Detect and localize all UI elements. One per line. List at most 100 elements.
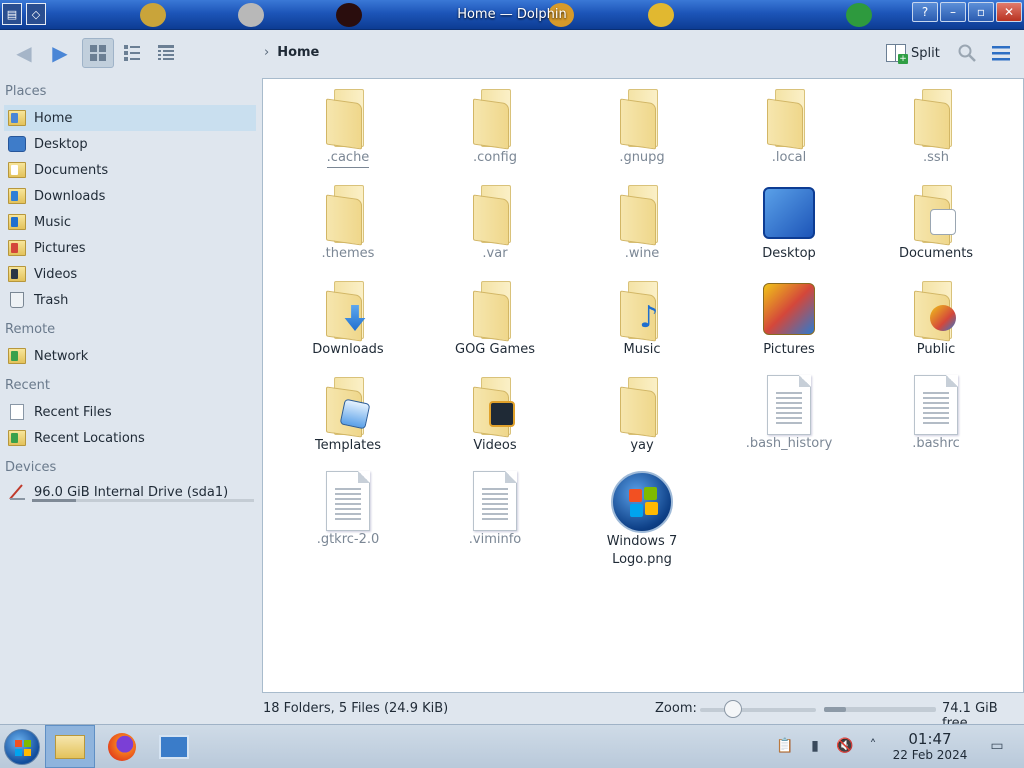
- clock[interactable]: 01:47 22 Feb 2024: [888, 730, 972, 763]
- file-item[interactable]: .ssh: [871, 87, 1001, 167]
- image-file-icon: [611, 471, 673, 533]
- folder-documents-icon: [912, 183, 960, 246]
- file-name: .wine: [624, 246, 660, 261]
- file-item[interactable]: Videos: [430, 375, 560, 455]
- compact-view-icon: [124, 45, 140, 61]
- sidebar-item-label: Home: [34, 110, 73, 126]
- file-name: .ssh: [923, 150, 949, 165]
- desktop-icon: [8, 136, 26, 152]
- folder-icon: [324, 183, 372, 246]
- sidebar-item-downloads[interactable]: Downloads: [4, 183, 256, 209]
- file-item[interactable]: .viminfo: [430, 471, 560, 549]
- file-view[interactable]: .cache .config .gnupg .local .ssh .themes .var…: [262, 78, 1024, 693]
- breadcrumb-item-home[interactable]: Home: [277, 45, 319, 60]
- file-item[interactable]: .bash_history: [724, 375, 854, 453]
- file-item[interactable]: Public: [871, 279, 1001, 359]
- sidebar-item-recent-locations[interactable]: Recent Locations: [4, 425, 256, 451]
- file-item[interactable]: Windows 7 Logo.png: [577, 471, 707, 569]
- home-folder-icon: [8, 110, 26, 126]
- sidebar-item-label: Videos: [34, 266, 78, 282]
- icons-view-button[interactable]: [82, 38, 114, 68]
- text-file-icon: [767, 375, 811, 435]
- file-item[interactable]: Downloads: [283, 279, 413, 359]
- taskbar-firefox[interactable]: [97, 725, 147, 768]
- file-item[interactable]: .cache: [283, 87, 413, 168]
- file-item[interactable]: Pictures: [724, 279, 854, 359]
- file-item[interactable]: Documents: [871, 183, 1001, 263]
- sidebar-item-pictures[interactable]: Pictures: [4, 235, 256, 261]
- back-button[interactable]: ◀: [6, 38, 42, 68]
- settings-monitor-icon: [159, 734, 189, 759]
- icons-view-icon: [90, 45, 106, 61]
- file-item[interactable]: Templates: [283, 375, 413, 455]
- clipboard-icon[interactable]: 📋: [776, 737, 794, 755]
- sidebar-item-videos[interactable]: Videos: [4, 261, 256, 287]
- hard-drive-icon: [9, 484, 25, 500]
- folder-icon: [471, 183, 519, 246]
- title-bar: ▤ ◇ Home — Dolphin ? – ▫ ✕: [0, 0, 1024, 30]
- folder-icon: [765, 87, 813, 150]
- file-name: .bashrc: [912, 436, 960, 451]
- help-button[interactable]: ?: [912, 2, 938, 22]
- file-item[interactable]: .themes: [283, 183, 413, 263]
- file-name: Videos: [473, 438, 517, 453]
- chevron-up-icon[interactable]: ˄: [864, 737, 882, 755]
- file-item[interactable]: .var: [430, 183, 560, 263]
- close-button[interactable]: ✕: [996, 2, 1022, 22]
- toolbar: ◀ ▶ › Home + Split: [0, 30, 1024, 78]
- forward-button[interactable]: ▶: [42, 38, 78, 68]
- folder-icon: [324, 87, 372, 150]
- file-item[interactable]: .config: [430, 87, 560, 167]
- sidebar-item-recent-files[interactable]: Recent Files: [4, 399, 256, 425]
- sidebar-item-network[interactable]: Network: [4, 343, 256, 369]
- split-button[interactable]: + Split: [886, 44, 940, 64]
- volume-muted-icon[interactable]: 🔇: [836, 737, 854, 755]
- details-view-button[interactable]: [150, 38, 182, 68]
- hamburger-menu-button[interactable]: [988, 38, 1014, 68]
- file-name: Downloads: [312, 342, 384, 357]
- maximize-button[interactable]: ▫: [968, 2, 994, 22]
- folder-icon: [912, 87, 960, 150]
- sidebar-item-label: Desktop: [34, 136, 88, 152]
- show-desktop-icon[interactable]: ▭: [988, 737, 1006, 755]
- zoom-slider-track[interactable]: [700, 708, 816, 712]
- taskbar-file-manager[interactable]: [45, 725, 95, 768]
- folder-icon: [618, 375, 666, 438]
- file-item[interactable]: Desktop: [724, 183, 854, 263]
- search-button[interactable]: [954, 38, 980, 68]
- file-item[interactable]: ♪ Music: [577, 279, 707, 359]
- file-name: Windows 7 Logo.png: [606, 534, 678, 567]
- recent-locations-icon: [8, 430, 26, 446]
- file-item[interactable]: .bashrc: [871, 375, 1001, 453]
- sidebar-item-documents[interactable]: Documents: [4, 157, 256, 183]
- trash-icon: [10, 292, 24, 308]
- file-item[interactable]: .gnupg: [577, 87, 707, 167]
- clock-time: 01:47: [908, 730, 952, 748]
- file-name: Documents: [898, 246, 974, 261]
- file-item[interactable]: .wine: [577, 183, 707, 263]
- folder-videos-icon: [471, 375, 519, 438]
- folder-icon: [618, 87, 666, 150]
- breadcrumb: › Home: [264, 45, 319, 60]
- minimize-button[interactable]: –: [940, 2, 966, 22]
- file-item[interactable]: yay: [577, 375, 707, 455]
- file-item[interactable]: GOG Games: [430, 279, 560, 359]
- start-menu-button[interactable]: [4, 729, 40, 765]
- sidebar-item-desktop[interactable]: Desktop: [4, 131, 256, 157]
- sidebar-item-music[interactable]: Music: [4, 209, 256, 235]
- sidebar-item-label: Downloads: [34, 188, 106, 204]
- battery-icon[interactable]: ▮: [806, 737, 824, 755]
- search-icon: [958, 44, 976, 62]
- file-item[interactable]: .local: [724, 87, 854, 167]
- taskbar-system-settings[interactable]: [149, 725, 199, 768]
- file-item[interactable]: .gtkrc-2.0: [283, 471, 413, 549]
- file-name: .themes: [321, 246, 375, 261]
- folder-icon: [618, 183, 666, 246]
- sidebar-item-trash[interactable]: Trash: [4, 287, 256, 313]
- file-name: Public: [916, 342, 956, 357]
- sidebar-item-home[interactable]: Home: [4, 105, 256, 131]
- compact-view-button[interactable]: [116, 38, 148, 68]
- zoom-slider-handle[interactable]: [724, 700, 742, 718]
- status-bar: 18 Folders, 5 Files (24.9 KiB) Zoom: 74.…: [0, 697, 1024, 731]
- folder-public-icon: [912, 279, 960, 342]
